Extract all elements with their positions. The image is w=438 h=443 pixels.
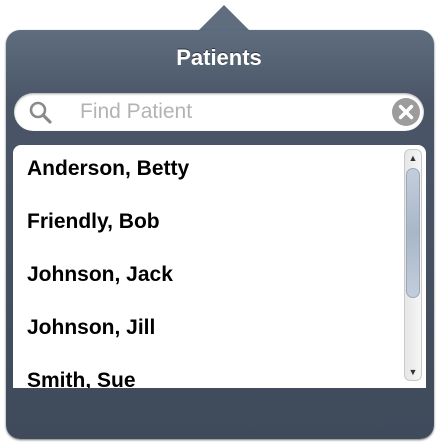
scrollbar[interactable]: ▲ ▼: [404, 149, 422, 381]
search-field[interactable]: [14, 93, 424, 131]
list-item[interactable]: Anderson, Betty: [27, 157, 189, 181]
search-icon: [29, 101, 52, 124]
popover-arrow: [198, 5, 250, 31]
list-item[interactable]: Johnson, Jack: [27, 263, 173, 287]
arrow-up-icon[interactable]: ▲: [405, 152, 421, 164]
list-item[interactable]: Friendly, Bob: [27, 210, 160, 234]
patient-list[interactable]: Anderson, Betty Friendly, Bob Johnson, J…: [13, 145, 426, 388]
search-input[interactable]: [80, 100, 380, 124]
scrollbar-thumb[interactable]: [406, 168, 420, 298]
arrow-down-icon[interactable]: ▼: [405, 366, 421, 378]
list-item[interactable]: Johnson, Jill: [27, 316, 155, 340]
popover-title: Patients: [176, 45, 262, 70]
list-item[interactable]: Smith, Sue: [27, 369, 136, 388]
clear-icon[interactable]: [390, 96, 422, 128]
